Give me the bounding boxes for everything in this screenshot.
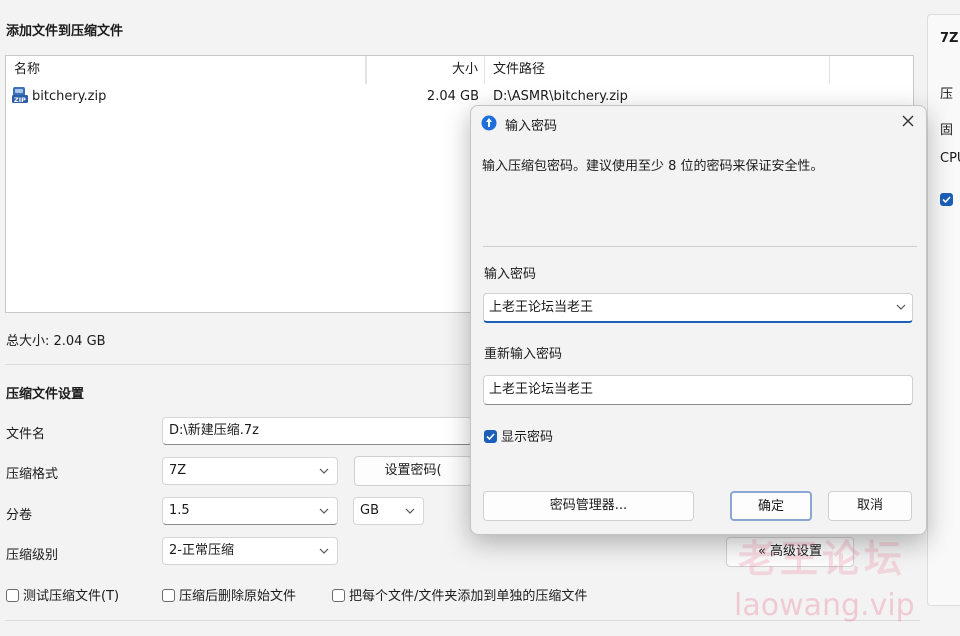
separate-archives-label: 把每个文件/文件夹添加到单独的压缩文件 [349, 589, 588, 604]
chevron-down-icon [317, 538, 331, 564]
delete-after-label: 压缩后删除原始文件 [179, 589, 297, 604]
format-label: 压缩格式 [6, 467, 59, 482]
file-name-label: 文件名 [6, 427, 46, 442]
password-manager-button[interactable]: 密码管理器... [483, 491, 694, 521]
dialog-title: 输入密码 [505, 119, 558, 134]
format-value: 7Z [169, 463, 187, 478]
dialog-titlebar[interactable]: 输入密码 [471, 106, 926, 140]
chevron-down-icon[interactable] [894, 294, 908, 320]
separate-archives-checkbox[interactable]: 把每个文件/文件夹添加到单独的压缩文件 [332, 585, 587, 604]
level-select[interactable]: 2-正常压缩 [162, 537, 338, 565]
section-title-add-files: 添加文件到压缩文件 [6, 24, 124, 39]
checkbox-checked-icon[interactable] [484, 430, 497, 443]
dialog-description: 输入压缩包密码。建议使用至少 8 位的密码来保证安全性。 [482, 159, 824, 174]
set-password-button[interactable]: 设置密码( [354, 456, 472, 486]
file-name-input[interactable]: D:\新建压缩.7z [162, 417, 472, 445]
ok-button[interactable]: 确定 [730, 491, 812, 521]
total-size-label: 总大小: 2.04 GB [6, 334, 106, 349]
zip-file-icon: ZIP [11, 86, 29, 104]
format-options-panel: 7Z 压 固 CPU [927, 14, 960, 606]
chevron-down-icon [317, 498, 331, 524]
panel-item: 压 [940, 87, 954, 102]
format-select[interactable]: 7Z [162, 457, 338, 485]
delete-after-checkbox[interactable]: 压缩后删除原始文件 [162, 585, 296, 604]
column-header-path[interactable]: 文件路径 [485, 56, 830, 84]
column-header-extra [830, 56, 914, 84]
split-unit-select[interactable]: GB [353, 497, 424, 525]
watermark-text: 老王论坛 [738, 536, 907, 581]
column-header-size[interactable]: 大小 [366, 56, 485, 84]
panel-title: 7Z [940, 31, 959, 46]
password-input[interactable]: 上老王论坛当老王 [483, 293, 913, 323]
split-size-select[interactable]: 1.5 [162, 497, 338, 525]
cancel-button[interactable]: 取消 [828, 491, 912, 521]
svg-text:ZIP: ZIP [14, 96, 26, 104]
test-archive-checkbox[interactable]: 测试压缩文件(T) [6, 585, 119, 604]
file-name-cell: ZIP bitchery.zip [11, 86, 311, 108]
password-label: 输入密码 [484, 267, 537, 282]
file-size: 2.04 GB [426, 89, 479, 104]
panel-item: 固 [940, 123, 954, 138]
level-value: 2-正常压缩 [169, 543, 234, 558]
split-label: 分卷 [6, 508, 33, 523]
split-unit-value: GB [360, 503, 379, 518]
column-header-name[interactable]: 名称 [6, 56, 366, 84]
password-dialog: 输入密码 输入压缩包密码。建议使用至少 8 位的密码来保证安全性。 输入密码 上… [470, 105, 927, 535]
watermark-url: laowang.vip [734, 588, 915, 623]
chevron-down-icon [403, 498, 417, 524]
checkbox-box[interactable] [6, 589, 19, 602]
checkbox-checked-icon[interactable] [940, 193, 953, 206]
level-label: 压缩级别 [6, 548, 59, 563]
app-icon [481, 115, 497, 135]
checkbox-box[interactable] [332, 589, 345, 602]
confirm-password-input[interactable]: 上老王论坛当老王 [483, 375, 913, 405]
show-password-checkbox[interactable]: 显示密码 [484, 426, 553, 445]
split-size-value: 1.5 [169, 503, 190, 518]
confirm-password-value: 上老王论坛当老王 [489, 382, 594, 397]
chevron-down-icon [317, 458, 331, 484]
password-value: 上老王论坛当老王 [489, 300, 594, 315]
checkbox-box[interactable] [162, 589, 175, 602]
show-password-label: 显示密码 [501, 430, 554, 445]
confirm-password-label: 重新输入密码 [484, 347, 563, 362]
section-title-settings: 压缩文件设置 [6, 387, 85, 402]
test-archive-label: 测试压缩文件(T) [23, 589, 120, 604]
panel-item: CPU [940, 151, 960, 166]
file-name: bitchery.zip [32, 89, 107, 104]
close-icon[interactable] [901, 114, 917, 130]
panel-checkbox[interactable] [940, 193, 957, 208]
divider [483, 246, 917, 247]
